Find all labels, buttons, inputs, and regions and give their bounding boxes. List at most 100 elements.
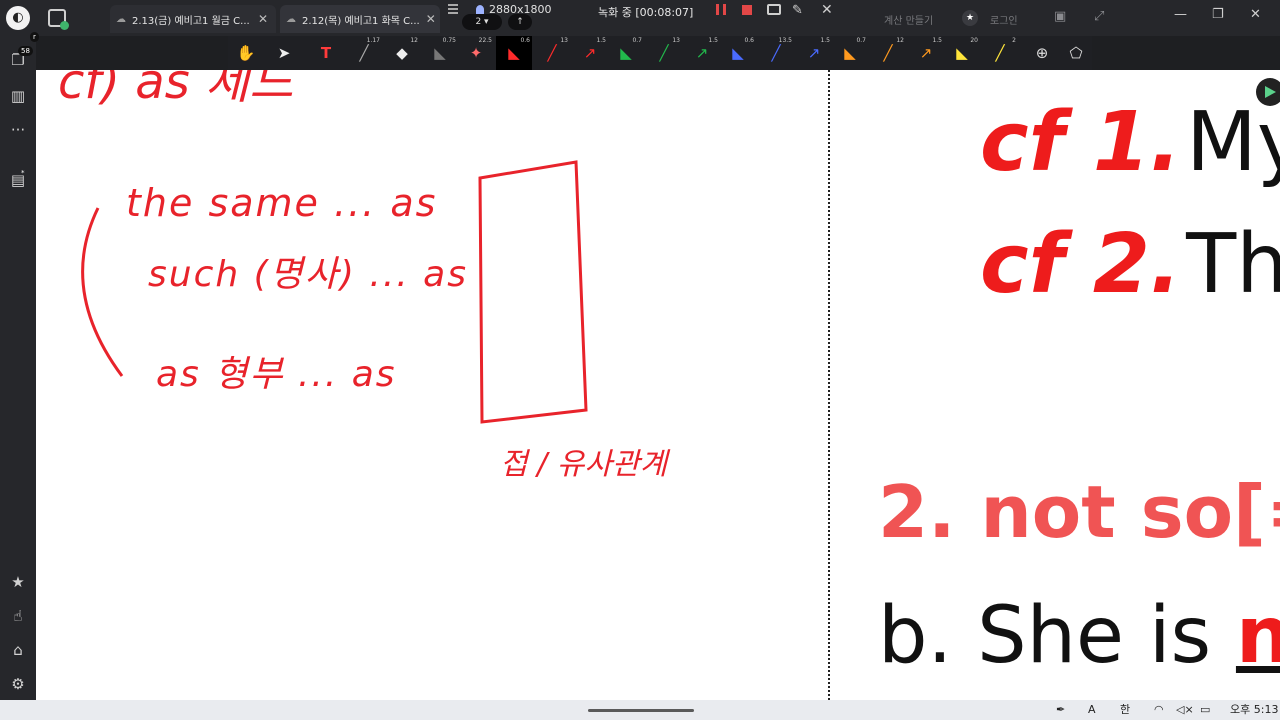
- book-icon[interactable]: ▥: [8, 86, 28, 106]
- ime-han[interactable]: 한: [1120, 702, 1130, 718]
- pen-yellow-tool[interactable]: ╱ 2: [982, 36, 1018, 70]
- pen-red-active-tool[interactable]: ◣ 0.6: [496, 36, 532, 70]
- pen-green-tool[interactable]: ◣ 0.7: [608, 36, 644, 70]
- cf2-text: Thi: [1186, 217, 1280, 312]
- pointer-tool-icon[interactable]: ➤: [266, 36, 302, 70]
- pen-orange-tool[interactable]: ◣ 0.7: [832, 36, 868, 70]
- restore-button[interactable]: ❐: [1212, 7, 1224, 22]
- left-sidebar: r ❐ 58 ▥ ··· ▤ * ★ ☝ ⌂ ⚙: [0, 32, 39, 700]
- tab-close-icon[interactable]: ✕: [426, 12, 436, 26]
- tool-size: 1.17: [366, 37, 380, 44]
- graduation-cap-icon[interactable]: ⌂: [8, 640, 28, 660]
- page-count-badge: 58: [18, 46, 33, 56]
- title-bar: ◐ ☁ 2.13(금) 예비고1 월금 C... ✕ ☁ 2.12(목) 예비고…: [0, 0, 1280, 36]
- cf1-line: cf 1. My: [980, 98, 1280, 210]
- eraser-tool[interactable]: ◆ 12: [384, 36, 420, 70]
- cf1-label: cf 1.: [980, 95, 1182, 190]
- pen-gray-tool[interactable]: ╱ 1.17: [346, 36, 382, 70]
- heading-not-so: 2. not so[=: [878, 470, 1280, 554]
- pause-icon[interactable]: [716, 4, 726, 15]
- add-tool-icon[interactable]: ⊕: [1024, 36, 1060, 70]
- tab-close-icon[interactable]: ✕: [258, 12, 268, 26]
- expand-icon[interactable]: ⤢: [1094, 9, 1104, 24]
- cf1-text: My: [1186, 95, 1280, 190]
- star-icon[interactable]: ★: [8, 572, 28, 592]
- app-logo-icon[interactable]: ◐: [6, 6, 30, 30]
- person-icon: [476, 5, 484, 14]
- battery-icon[interactable]: ▭: [1200, 702, 1210, 718]
- camera-icon[interactable]: [767, 4, 781, 15]
- cloud-icon: ☁: [116, 13, 126, 25]
- pen-red-thin-tool[interactable]: ╱ 13: [534, 36, 570, 70]
- sentence-b: b. She is n: [878, 590, 1280, 682]
- volume-mute-icon[interactable]: ◁×: [1176, 702, 1194, 718]
- pen-black-tool[interactable]: ◣ 0.75: [422, 36, 458, 70]
- handwriting-line-3: as 형부 ... as: [156, 354, 397, 395]
- tool-size: 22.5: [478, 37, 492, 44]
- pen-orange-line-tool[interactable]: ↗ 1.5: [908, 36, 944, 70]
- notification-icon[interactable]: ▣: [1054, 9, 1066, 24]
- slide-divider: [828, 70, 830, 700]
- tab-2-12[interactable]: ☁ 2.12(목) 예비고1 화목 C... ✕: [280, 5, 440, 33]
- tool-size: 2: [1012, 37, 1016, 44]
- tool-size: 20: [970, 37, 978, 44]
- tool-size: 1.5: [708, 37, 718, 44]
- handwriting-line-1: the same ... as: [126, 181, 437, 225]
- handwriting-line-2: such (명사) ... as: [148, 254, 468, 295]
- home-indicator[interactable]: [588, 709, 694, 712]
- handwriting-top: cf) as 제드: [58, 70, 295, 110]
- left-bracket: [81, 207, 124, 377]
- pencil-icon[interactable]: ✎: [792, 3, 803, 18]
- cloud-icon: ☁: [286, 13, 296, 25]
- pen-toolbar: ✋ ➤ T ╱ 1.17 ◆ 12 ◣ 0.75 ✦ 22.5 ◣ 0.6 ╱ 13 ↗ 1.…: [228, 36, 1092, 70]
- tab-label: 2.13(금) 예비고1 월금 C...: [132, 15, 250, 27]
- hand-tool-icon[interactable]: ✋: [228, 36, 264, 70]
- pen-blue-thin-tool[interactable]: ╱ 13.5: [758, 36, 794, 70]
- tool-size: 12: [896, 37, 904, 44]
- pen-orange-thin-tool[interactable]: ╱ 12: [870, 36, 906, 70]
- tool-size: 13: [560, 37, 568, 44]
- tool-size: 1.5: [820, 37, 830, 44]
- page-select-pill[interactable]: 2 ▾: [462, 14, 502, 30]
- gesture-icon[interactable]: ☝: [8, 606, 28, 626]
- highlighter-yellow-tool[interactable]: ◣ 20: [944, 36, 980, 70]
- recorder-close-icon[interactable]: ✕: [821, 2, 833, 18]
- gear-icon[interactable]: ⚙: [8, 674, 28, 694]
- login-link[interactable]: 로그인: [990, 12, 1018, 27]
- as-box: [478, 160, 588, 424]
- recording-status: 녹화 중 [00:08:07]: [598, 6, 694, 19]
- whiteboard-canvas[interactable]: cf) as 제드 the same ... as such (명사) ... …: [36, 70, 1280, 700]
- ime-a[interactable]: A: [1088, 702, 1096, 718]
- app-window: ◐ ☁ 2.13(금) 예비고1 월금 C... ✕ ☁ 2.12(목) 예비고…: [0, 0, 1280, 720]
- pen-blue-line-tool[interactable]: ↗ 1.5: [796, 36, 832, 70]
- laser-pointer-tool[interactable]: ✦ 22.5: [458, 36, 494, 70]
- tool-size: 0.6: [744, 37, 754, 44]
- close-button[interactable]: ✕: [1250, 7, 1261, 22]
- minimize-button[interactable]: —: [1174, 7, 1187, 22]
- handwriting-note: 접 / 유사관계: [500, 447, 671, 482]
- menu-icon[interactable]: [448, 4, 458, 14]
- cf2-line: cf 2. Thi: [980, 220, 1280, 332]
- play-float-button[interactable]: [1256, 78, 1280, 106]
- user-star-icon[interactable]: ★: [962, 10, 978, 26]
- more-icon[interactable]: ···: [8, 120, 28, 140]
- pen-blue-tool[interactable]: ◣ 0.6: [720, 36, 756, 70]
- new-tab-icon[interactable]: [48, 9, 69, 30]
- pen-green-line-tool[interactable]: ↗ 1.5: [684, 36, 720, 70]
- pen-tray-icon[interactable]: ✒: [1056, 702, 1065, 718]
- tool-size: 0.7: [856, 37, 866, 44]
- tool-size: 1.5: [932, 37, 942, 44]
- tool-size: 1.5: [596, 37, 606, 44]
- tool-size: 0.6: [520, 37, 530, 44]
- text-tool-icon[interactable]: T: [308, 36, 344, 70]
- up-pill[interactable]: ↑: [508, 14, 532, 30]
- stop-icon[interactable]: [742, 5, 752, 15]
- pen-green-thin-tool[interactable]: ╱ 13: [646, 36, 682, 70]
- tool-size: 0.75: [442, 37, 456, 44]
- tool-size: 13: [672, 37, 680, 44]
- tab-2-13[interactable]: ☁ 2.13(금) 예비고1 월금 C... ✕: [110, 5, 276, 33]
- pen-red-line-tool[interactable]: ↗ 1.5: [572, 36, 608, 70]
- shape-tool-icon[interactable]: ⬠: [1058, 36, 1094, 70]
- create-account-link[interactable]: 계산 만들기: [884, 12, 933, 27]
- wifi-icon[interactable]: ◠: [1154, 702, 1164, 718]
